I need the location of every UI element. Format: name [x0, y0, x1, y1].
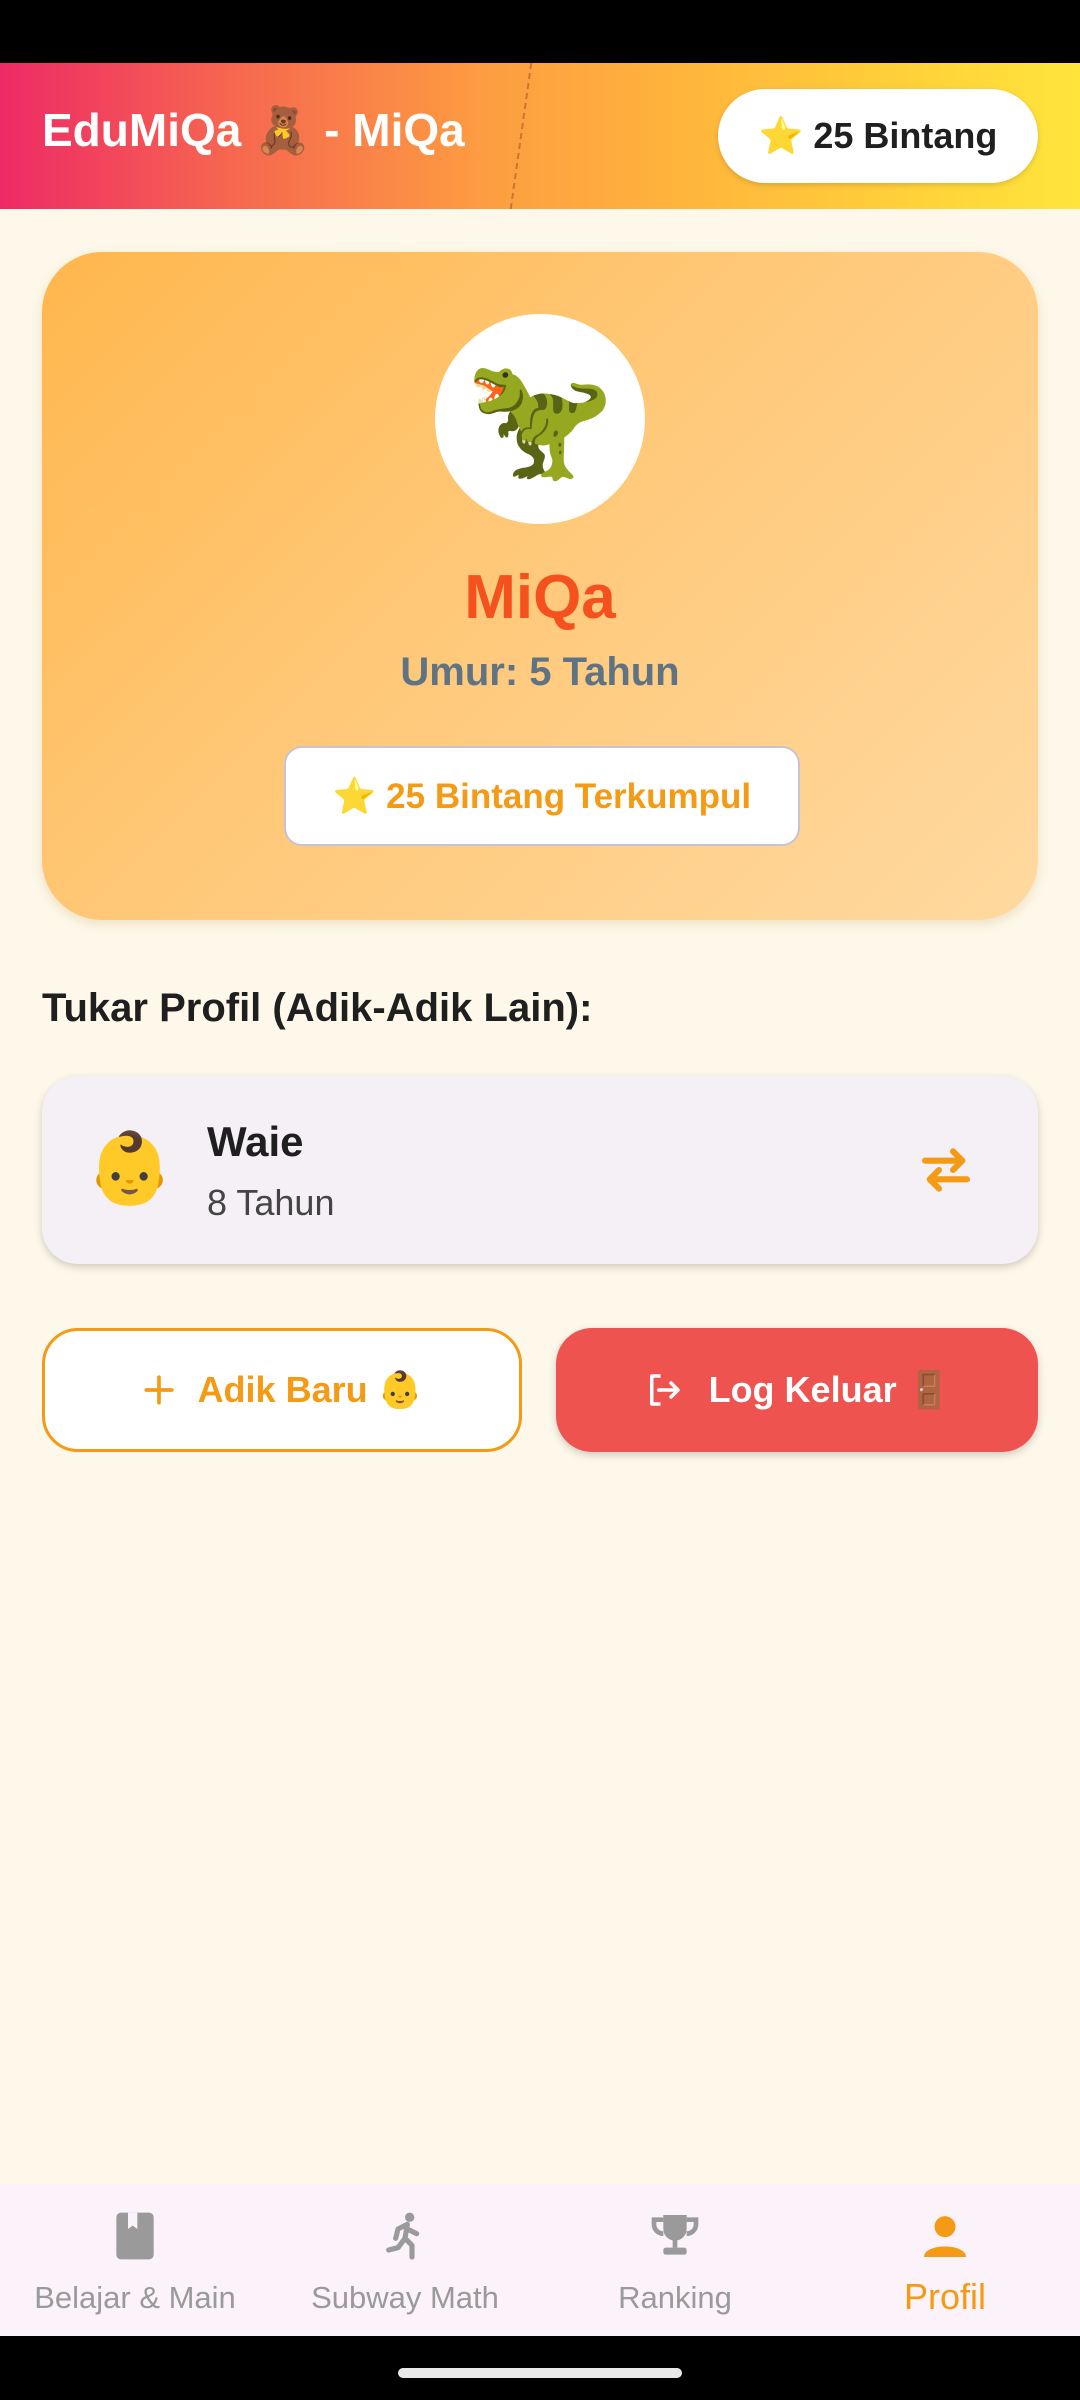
child-profile-card[interactable]: 👶 Waie 8 Tahun — [42, 1076, 1038, 1264]
nav-label: Belajar & Main — [34, 2280, 236, 2315]
book-icon — [116, 2212, 154, 2260]
person-icon — [924, 2216, 966, 2257]
trophy-icon — [651, 2215, 699, 2255]
profile-card: 🦖 MiQa Umur: 5 Tahun ⭐ 25 Bintang Terkum… — [42, 252, 1038, 920]
logout-icon — [649, 1374, 680, 1406]
nav-item-ranking[interactable]: Ranking — [540, 2184, 810, 2336]
nav-label: Subway Math — [311, 2280, 499, 2315]
gesture-bar — [0, 2336, 1080, 2400]
nav-item-learn[interactable]: Belajar & Main — [0, 2184, 270, 2336]
decorative-divider — [509, 63, 535, 209]
logout-button[interactable]: Log Keluar 🚪 — [556, 1328, 1038, 1452]
add-child-button[interactable]: Adik Baru 👶 — [42, 1328, 522, 1452]
profile-age: Umur: 5 Tahun — [400, 650, 680, 694]
child-age: 8 Tahun — [207, 1182, 335, 1223]
home-indicator[interactable] — [398, 2368, 682, 2378]
swap-icon[interactable] — [918, 1142, 974, 1198]
runner-icon — [386, 2212, 420, 2260]
status-bar — [0, 0, 1080, 63]
stars-collected-badge: ⭐ 25 Bintang Terkumpul — [284, 746, 800, 846]
plus-icon — [143, 1375, 174, 1405]
bottom-nav: Belajar & Main Subway Math Ranking Profi… — [0, 2184, 1080, 2336]
child-name: Waie — [207, 1118, 304, 1165]
logout-label: Log Keluar 🚪 — [708, 1369, 952, 1410]
child-avatar: 👶 — [86, 1129, 174, 1207]
stars-badge: ⭐ 25 Bintang — [718, 89, 1038, 183]
nav-label: Ranking — [618, 2280, 732, 2315]
nav-label: Profil — [903, 2276, 987, 2317]
switch-profile-title: Tukar Profil (Adik-Adik Lain): — [42, 986, 593, 1030]
profile-name: MiQa — [464, 563, 616, 632]
add-child-label: Adik Baru 👶 — [197, 1369, 423, 1410]
app-bar: EduMiQa 🧸 - MiQa ⭐ 25 Bintang — [0, 63, 1080, 209]
avatar: 🦖 — [435, 314, 645, 524]
nav-item-profile[interactable]: Profil — [810, 2184, 1080, 2336]
nav-item-subway-math[interactable]: Subway Math — [270, 2184, 540, 2336]
app-title: EduMiQa 🧸 - MiQa — [42, 104, 465, 156]
